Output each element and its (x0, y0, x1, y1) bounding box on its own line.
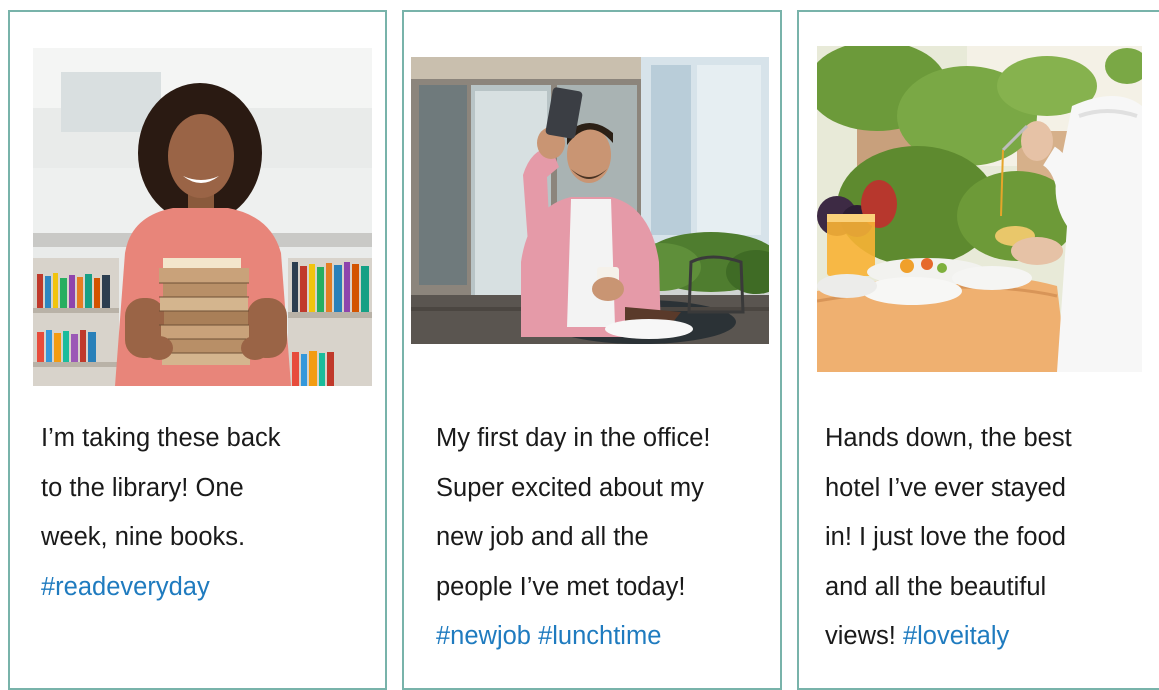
caption-line: Hands down, the best (825, 424, 1072, 452)
caption-line: views! #loveitaly (825, 612, 1159, 662)
caption-line: My first day in the office! (436, 424, 711, 452)
caption-line: hotel I’ve ever stayed (825, 473, 1066, 502)
caption-line: people I’ve met today! (436, 572, 686, 601)
caption-line: in! I just love the food (825, 523, 1066, 551)
hashtag-link[interactable]: #newjob #lunchtime (436, 612, 776, 662)
caption-line: to the library! One (41, 473, 244, 502)
post-card-library[interactable]: I’m taking these back to the library! On… (8, 10, 387, 690)
caption-line: week, nine books. (41, 523, 246, 551)
post-card-office[interactable]: My first day in the office! Super excite… (402, 10, 782, 690)
post-caption: I’m taking these back to the library! On… (41, 414, 381, 612)
post-photo-hotel (817, 46, 1142, 372)
hashtag-link[interactable]: #readeveryday (41, 563, 381, 613)
post-card-hotel[interactable]: Hands down, the best hotel I’ve ever sta… (797, 10, 1159, 690)
caption-line: and all the beautiful (825, 572, 1047, 601)
post-caption: Hands down, the best hotel I’ve ever sta… (825, 414, 1159, 662)
post-photo-library (33, 48, 372, 386)
post-photo-office (411, 57, 769, 344)
hashtag-link[interactable]: #loveitaly (903, 622, 1009, 650)
caption-line: I’m taking these back (41, 424, 281, 452)
caption-text: views! (825, 622, 903, 650)
caption-line: Super excited about my (436, 473, 704, 502)
post-caption: My first day in the office! Super excite… (436, 414, 776, 662)
caption-line: new job and all the (436, 523, 649, 551)
